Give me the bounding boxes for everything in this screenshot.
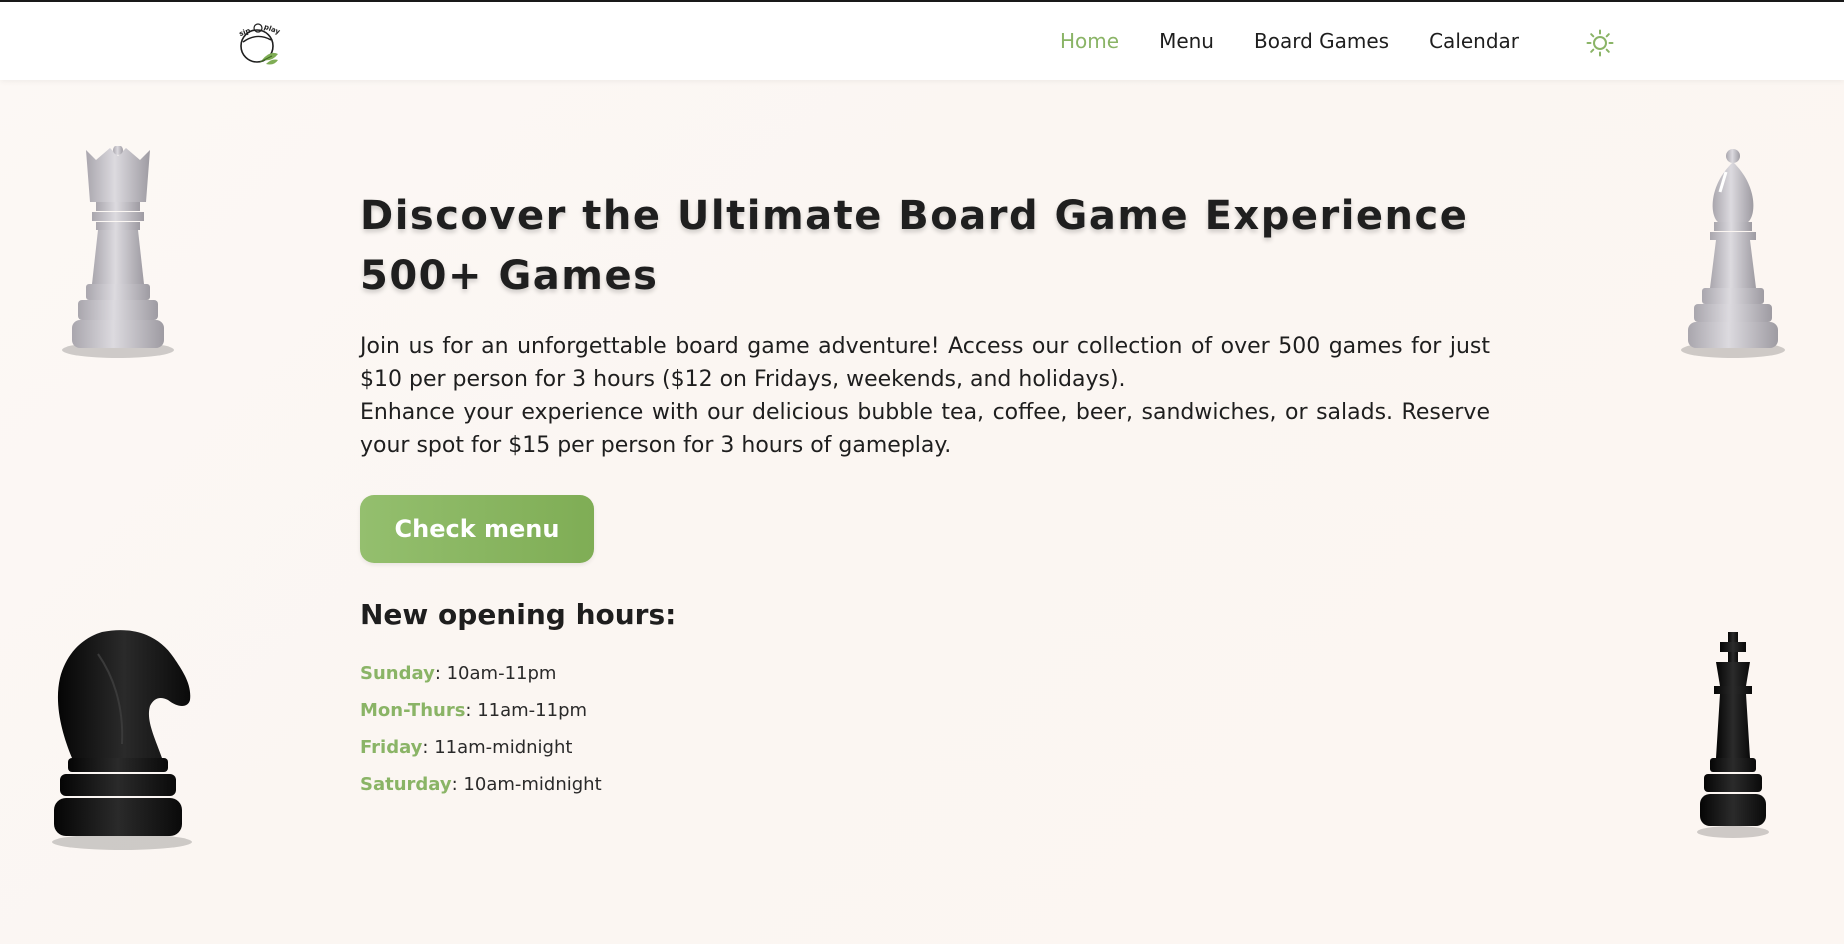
white-bishop-icon bbox=[1678, 146, 1788, 364]
check-menu-button[interactable]: Check menu bbox=[360, 495, 594, 563]
nav-home[interactable]: Home bbox=[1060, 29, 1119, 53]
hero-intro: Join us for an unforgettable board game … bbox=[360, 330, 1490, 462]
hero-section: Discover the Ultimate Board Game Experie… bbox=[360, 186, 1490, 803]
nav-board-games[interactable]: Board Games bbox=[1254, 29, 1389, 53]
black-king-icon bbox=[1694, 630, 1772, 844]
day-label: Mon-Thurs bbox=[360, 700, 466, 721]
black-knight-icon bbox=[42, 624, 202, 856]
day-label: Sunday bbox=[360, 663, 435, 684]
day-label: Saturday bbox=[360, 774, 452, 795]
logo-text-sip: sip bbox=[238, 27, 252, 38]
sip-and-play-logo[interactable]: sip play bbox=[236, 20, 282, 68]
white-queen-icon bbox=[58, 145, 178, 364]
day-label: Friday bbox=[360, 737, 423, 758]
time-label: : 11am-11pm bbox=[465, 700, 588, 721]
hours-row-friday: Friday: 11am-midnight bbox=[360, 729, 1490, 766]
nav-calendar[interactable]: Calendar bbox=[1429, 29, 1519, 53]
hours-row-mon-thurs: Mon-Thurs: 11am-11pm bbox=[360, 692, 1490, 729]
nav-menu[interactable]: Menu bbox=[1159, 29, 1214, 53]
hours-row-saturday: Saturday: 10am-midnight bbox=[360, 766, 1490, 803]
time-label: : 10am-11pm bbox=[434, 663, 557, 684]
hero-title: Discover the Ultimate Board Game Experie… bbox=[360, 186, 1490, 306]
time-label: : 11am-midnight bbox=[422, 737, 573, 758]
site-header: sip play Home Menu Board Games Calendar bbox=[0, 2, 1844, 80]
time-label: : 10am-midnight bbox=[451, 774, 602, 795]
intro-paragraph-2: Enhance your experience with our delicio… bbox=[360, 400, 1490, 458]
opening-hours-heading: New opening hours: bbox=[360, 598, 677, 631]
sun-icon[interactable] bbox=[1586, 29, 1614, 57]
intro-paragraph-1: Join us for an unforgettable board game … bbox=[360, 334, 1490, 392]
logo-text-play: play bbox=[263, 23, 282, 36]
hero-title-line2: 500+ Games bbox=[360, 253, 659, 299]
hours-row-sunday: Sunday: 10am-11pm bbox=[360, 655, 1490, 692]
opening-hours-list: Sunday: 10am-11pm Mon-Thurs: 11am-11pm F… bbox=[360, 655, 1490, 803]
hero-title-line1: Discover the Ultimate Board Game Experie… bbox=[360, 193, 1469, 239]
main-nav: Home Menu Board Games Calendar bbox=[1060, 2, 1559, 80]
